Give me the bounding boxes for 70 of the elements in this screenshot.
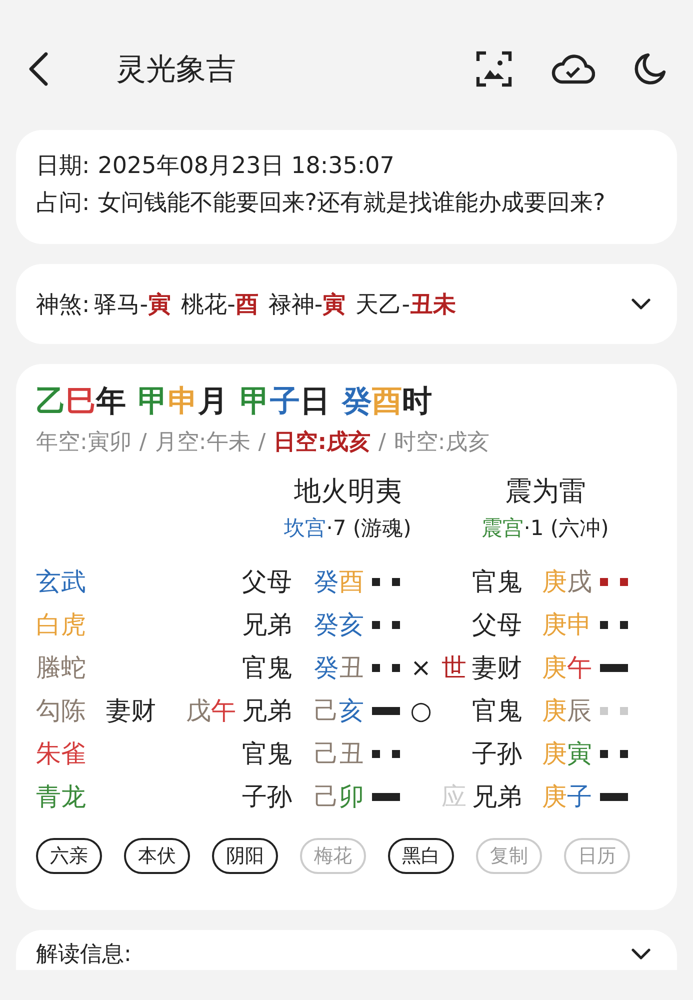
pillar-text: 甲申月 bbox=[138, 383, 228, 421]
toggle-chip[interactable]: 阴阳 bbox=[212, 838, 278, 874]
shensha-label: 神煞: bbox=[36, 290, 90, 320]
stem-branch: 戊午 bbox=[186, 695, 236, 727]
void-info: 时空:戌亥 bbox=[394, 429, 490, 457]
stem-branch: 癸亥 bbox=[313, 609, 365, 641]
separator: / bbox=[258, 429, 266, 457]
relation-label: 兄弟 bbox=[472, 781, 523, 813]
hexagram-name: 地火明夷 bbox=[294, 475, 402, 509]
question-text: 女问钱能不能要回来?还有就是找谁能办成要回来? bbox=[98, 189, 606, 218]
relation-label: 官鬼 bbox=[472, 566, 523, 598]
spirit-label: 勾陈 bbox=[36, 695, 87, 727]
stem-branch: 癸酉 bbox=[313, 566, 365, 598]
pillar-text: 甲子日 bbox=[240, 383, 330, 421]
toggle-chip[interactable]: 六亲 bbox=[36, 838, 102, 874]
toggle-chip[interactable]: 黑白 bbox=[388, 838, 454, 874]
pillar-text: 乙巳年 bbox=[36, 383, 126, 421]
stem-branch: 己亥 bbox=[313, 695, 365, 727]
palace-info: 坎宫·7 (游魂) bbox=[284, 515, 412, 542]
relation-label: 子孙 bbox=[472, 738, 523, 770]
palace-info: 震宫·1 (六冲) bbox=[482, 515, 609, 542]
void-info: 月空:午未 bbox=[154, 429, 250, 457]
spirit-label: 螣蛇 bbox=[36, 652, 87, 684]
relation-label: 父母 bbox=[472, 609, 523, 641]
spirit-label: 白虎 bbox=[36, 609, 87, 641]
relation-label: 父母 bbox=[242, 566, 293, 598]
moon-icon[interactable] bbox=[633, 52, 667, 86]
stem-branch: 庚午 bbox=[541, 652, 593, 684]
section-title: 解读信息: bbox=[36, 941, 132, 969]
stem-branch: 己卯 bbox=[313, 781, 365, 813]
stem-branch: 癸丑 bbox=[313, 652, 365, 684]
shensha-item: 桃花-酉 bbox=[181, 290, 258, 320]
void-info: 年空:寅卯 bbox=[36, 429, 132, 457]
position-mark: 世 bbox=[440, 652, 468, 684]
spirit-label: 朱雀 bbox=[36, 738, 87, 770]
app-title: 灵光象吉 bbox=[116, 50, 237, 88]
relation-label: 子孙 bbox=[242, 781, 293, 813]
relation-label: 官鬼 bbox=[242, 652, 293, 684]
stem-branch: 庚寅 bbox=[541, 738, 593, 770]
separator: / bbox=[139, 429, 147, 457]
question-label: 占问: bbox=[36, 189, 90, 218]
shensha-item: 禄神-寅 bbox=[268, 290, 346, 320]
separator: / bbox=[378, 429, 386, 457]
spirit-label: 玄武 bbox=[36, 566, 87, 598]
moving-mark: ○ bbox=[409, 695, 433, 727]
hexagram-name: 震为雷 bbox=[504, 475, 586, 509]
image-frame-icon[interactable] bbox=[475, 50, 513, 88]
pillar-text: 癸酉时 bbox=[342, 383, 432, 421]
void-info: 日空:戌亥 bbox=[274, 428, 370, 457]
relation-label: 妻财 bbox=[472, 652, 523, 684]
chevron-down-icon[interactable] bbox=[629, 296, 653, 312]
stem-branch: 庚子 bbox=[541, 781, 593, 813]
shensha-item: 驿马-寅 bbox=[94, 290, 172, 320]
date-value: 2025年08月23日 18:35:07 bbox=[98, 152, 394, 181]
date-label: 日期: bbox=[36, 152, 90, 181]
toggle-chip[interactable]: 本伏 bbox=[124, 838, 190, 874]
cloud-check-icon[interactable] bbox=[551, 53, 595, 85]
chevron-down-icon[interactable] bbox=[629, 946, 653, 962]
stem-branch: 庚辰 bbox=[541, 695, 593, 727]
relation-label: 官鬼 bbox=[242, 738, 293, 770]
stem-branch: 己丑 bbox=[313, 738, 365, 770]
relation-label: 兄弟 bbox=[242, 695, 293, 727]
stem-branch: 庚戌 bbox=[541, 566, 593, 598]
relation-label: 兄弟 bbox=[242, 609, 293, 641]
stem-branch: 庚申 bbox=[541, 609, 593, 641]
shensha-item: 天乙-丑未 bbox=[356, 290, 456, 320]
moving-mark: × bbox=[410, 652, 432, 684]
spirit-label: 青龙 bbox=[36, 781, 87, 813]
relation-label: 官鬼 bbox=[472, 695, 523, 727]
hidden-relation: 妻财 bbox=[106, 695, 156, 727]
